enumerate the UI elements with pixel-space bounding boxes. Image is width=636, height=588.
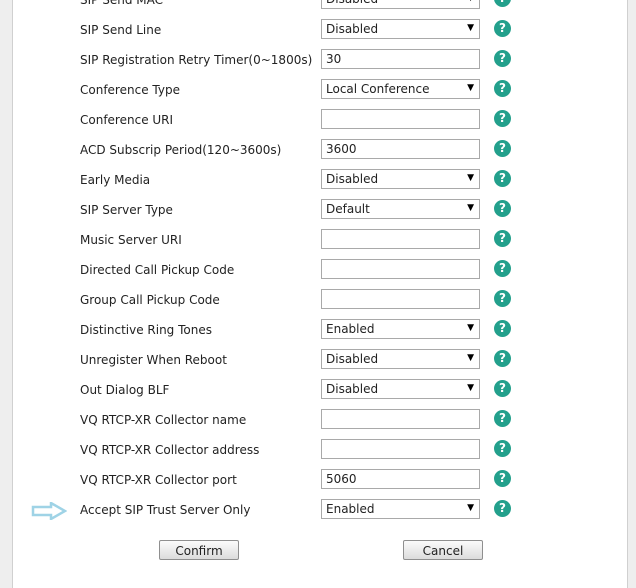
setting-input[interactable] bbox=[321, 109, 480, 129]
setting-row: Conference Type Local Conference ▼? bbox=[13, 75, 627, 105]
select-value: Disabled bbox=[326, 0, 378, 6]
setting-input[interactable] bbox=[321, 49, 480, 69]
setting-row: VQ RTCP-XR Collector name? bbox=[13, 405, 627, 435]
setting-row: ACD Subscrip Period(120~3600s)? bbox=[13, 135, 627, 165]
setting-label: Conference URI bbox=[80, 113, 174, 127]
setting-label: Conference Type bbox=[80, 83, 180, 97]
dropdown-arrow-icon: ▼ bbox=[467, 0, 474, 3]
dropdown-arrow-icon: ▼ bbox=[467, 23, 474, 33]
setting-row: SIP Send MAC Disabled ▼? bbox=[13, 0, 627, 15]
settings-panel: SIP Send MAC Disabled ▼? SIP Send Line Disab… bbox=[12, 0, 628, 588]
setting-input[interactable] bbox=[321, 139, 480, 159]
confirm-button[interactable]: Confirm bbox=[159, 540, 239, 560]
setting-row: Out Dialog BLF Disabled ▼? bbox=[13, 375, 627, 405]
setting-row: Group Call Pickup Code? bbox=[13, 285, 627, 315]
help-icon[interactable]: ? bbox=[494, 470, 511, 487]
help-icon[interactable]: ? bbox=[494, 200, 511, 217]
help-icon[interactable]: ? bbox=[494, 440, 511, 457]
help-icon[interactable]: ? bbox=[494, 410, 511, 427]
select-value: Disabled bbox=[326, 352, 379, 366]
dropdown-arrow-icon: ▼ bbox=[467, 83, 474, 93]
setting-label: ACD Subscrip Period(120~3600s) bbox=[80, 143, 282, 157]
setting-row: SIP Send Line Disabled ▼? bbox=[13, 15, 627, 45]
setting-select[interactable]: Enabled ▼ bbox=[321, 319, 480, 339]
setting-row: SIP Server Type Default ▼? bbox=[13, 195, 627, 225]
help-icon[interactable]: ? bbox=[494, 80, 511, 97]
dropdown-arrow-icon: ▼ bbox=[467, 503, 474, 513]
setting-select[interactable]: Disabled ▼ bbox=[321, 349, 480, 369]
dropdown-arrow-icon: ▼ bbox=[467, 353, 474, 363]
setting-row: Unregister When Reboot Disabled ▼? bbox=[13, 345, 627, 375]
help-icon[interactable]: ? bbox=[494, 380, 511, 397]
setting-label: Distinctive Ring Tones bbox=[80, 323, 212, 337]
select-value: Enabled bbox=[326, 502, 375, 516]
help-icon[interactable]: ? bbox=[494, 350, 511, 367]
setting-select[interactable]: Disabled ▼ bbox=[321, 19, 480, 39]
setting-row: VQ RTCP-XR Collector port? bbox=[13, 465, 627, 495]
select-value: Default bbox=[326, 202, 370, 216]
highlight-arrow-icon bbox=[31, 502, 67, 520]
help-icon[interactable]: ? bbox=[494, 260, 511, 277]
setting-label: Out Dialog BLF bbox=[80, 383, 170, 397]
setting-row: Accept SIP Trust Server Only Enabled ▼? bbox=[13, 495, 627, 525]
setting-row: Early Media Disabled ▼? bbox=[13, 165, 627, 195]
help-icon[interactable]: ? bbox=[494, 140, 511, 157]
setting-row: Conference URI? bbox=[13, 105, 627, 135]
setting-label: Group Call Pickup Code bbox=[80, 293, 220, 307]
setting-row: VQ RTCP-XR Collector address? bbox=[13, 435, 627, 465]
setting-label: Unregister When Reboot bbox=[80, 353, 227, 367]
help-icon[interactable]: ? bbox=[494, 290, 511, 307]
setting-select[interactable]: Disabled ▼ bbox=[321, 0, 480, 9]
select-value: Local Conference bbox=[326, 82, 430, 96]
select-value: Enabled bbox=[326, 322, 375, 336]
setting-label: Early Media bbox=[80, 173, 151, 187]
dropdown-arrow-icon: ▼ bbox=[467, 323, 474, 333]
select-value: Disabled bbox=[326, 382, 379, 396]
setting-select[interactable]: Enabled ▼ bbox=[321, 499, 480, 519]
setting-row: Directed Call Pickup Code? bbox=[13, 255, 627, 285]
setting-input[interactable] bbox=[321, 439, 480, 459]
help-icon[interactable]: ? bbox=[494, 170, 511, 187]
setting-label: Directed Call Pickup Code bbox=[80, 263, 235, 277]
help-icon[interactable]: ? bbox=[494, 230, 511, 247]
help-icon[interactable]: ? bbox=[494, 0, 511, 7]
select-value: Disabled bbox=[326, 22, 379, 36]
setting-select[interactable]: Disabled ▼ bbox=[321, 169, 480, 189]
setting-input[interactable] bbox=[321, 229, 480, 249]
setting-label: VQ RTCP-XR Collector address bbox=[80, 443, 260, 457]
setting-label: SIP Registration Retry Timer(0~1800s) bbox=[80, 53, 313, 67]
setting-row: Distinctive Ring Tones Enabled ▼? bbox=[13, 315, 627, 345]
dropdown-arrow-icon: ▼ bbox=[467, 383, 474, 393]
setting-select[interactable]: Disabled ▼ bbox=[321, 379, 480, 399]
setting-label: SIP Send Line bbox=[80, 23, 162, 37]
setting-label: VQ RTCP-XR Collector port bbox=[80, 473, 237, 487]
select-value: Disabled bbox=[326, 172, 379, 186]
setting-label: VQ RTCP-XR Collector name bbox=[80, 413, 247, 427]
settings-form: SIP Send MAC Disabled ▼? SIP Send Line Disab… bbox=[13, 0, 627, 525]
setting-input[interactable] bbox=[321, 259, 480, 279]
help-icon[interactable]: ? bbox=[494, 320, 511, 337]
setting-input[interactable] bbox=[321, 289, 480, 309]
help-icon[interactable]: ? bbox=[494, 50, 511, 67]
help-icon[interactable]: ? bbox=[494, 110, 511, 127]
dropdown-arrow-icon: ▼ bbox=[467, 173, 474, 183]
setting-row: Music Server URI? bbox=[13, 225, 627, 255]
help-icon[interactable]: ? bbox=[494, 500, 511, 517]
setting-label: Music Server URI bbox=[80, 233, 182, 247]
setting-select[interactable]: Default ▼ bbox=[321, 199, 480, 219]
setting-label: SIP Send MAC bbox=[80, 0, 163, 7]
help-icon[interactable]: ? bbox=[494, 20, 511, 37]
setting-label: Accept SIP Trust Server Only bbox=[80, 503, 251, 517]
setting-input[interactable] bbox=[321, 409, 480, 429]
setting-select[interactable]: Local Conference ▼ bbox=[321, 79, 480, 99]
setting-label: SIP Server Type bbox=[80, 203, 173, 217]
cancel-button[interactable]: Cancel bbox=[403, 540, 483, 560]
setting-row: SIP Registration Retry Timer(0~1800s)? bbox=[13, 45, 627, 75]
dropdown-arrow-icon: ▼ bbox=[467, 203, 474, 213]
setting-input[interactable] bbox=[321, 469, 480, 489]
